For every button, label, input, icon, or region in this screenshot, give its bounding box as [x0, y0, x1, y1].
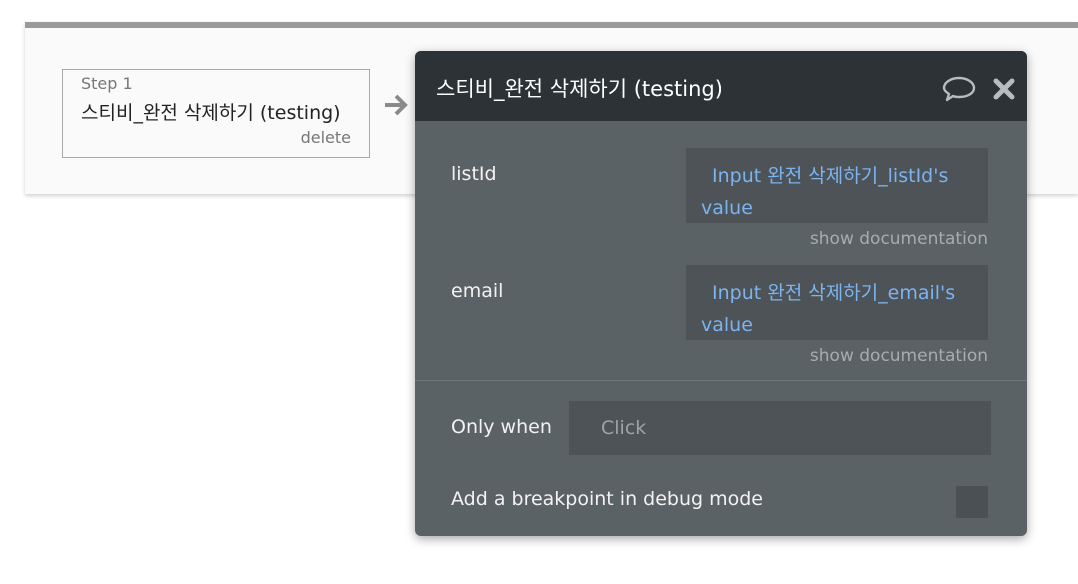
show-documentation-link[interactable]: show documentation: [810, 229, 988, 249]
divider: [415, 380, 1027, 381]
delete-step-link[interactable]: delete: [301, 128, 351, 147]
show-documentation-link[interactable]: show documentation: [810, 346, 988, 366]
step-card[interactable]: Step 1 스티비_완전 삭제하기 (testing) delete: [62, 69, 370, 158]
listid-value-input[interactable]: Input 완전 삭제하기_listId's value: [686, 148, 988, 223]
breakpoint-checkbox[interactable]: [956, 486, 988, 518]
only-when-label: Only when: [451, 416, 552, 438]
comment-icon[interactable]: [942, 75, 976, 103]
action-property-editor: 스티비_완전 삭제하기 (testing) listId Input 완전 삭제…: [415, 51, 1027, 536]
arrow-right-icon: [385, 94, 408, 116]
panel-header: 스티비_완전 삭제하기 (testing): [415, 51, 1027, 121]
email-value-input[interactable]: Input 완전 삭제하기_email's value: [686, 265, 988, 340]
step-number: Step 1: [81, 74, 133, 93]
field-label-listid: listId: [451, 163, 497, 185]
only-when-input[interactable]: Click: [569, 401, 991, 455]
step-title: 스티비_완전 삭제하기 (testing): [81, 102, 341, 124]
close-icon[interactable]: [992, 77, 1016, 101]
panel-title: 스티비_완전 삭제하기 (testing): [436, 77, 721, 101]
breakpoint-label: Add a breakpoint in debug mode: [451, 488, 763, 510]
field-label-email: email: [451, 280, 504, 302]
